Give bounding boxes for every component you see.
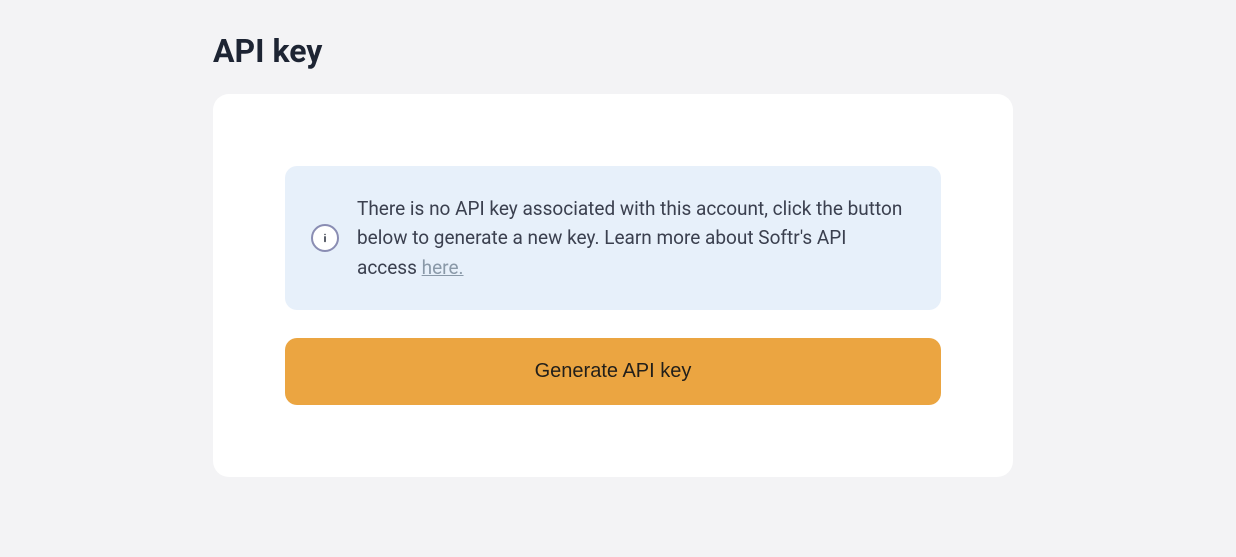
info-banner: There is no API key associated with this…	[285, 166, 941, 310]
api-key-card: There is no API key associated with this…	[213, 94, 1013, 477]
learn-more-link[interactable]: here.	[422, 256, 464, 279]
page-title: API key	[213, 32, 1236, 70]
info-banner-text: There is no API key associated with this…	[357, 194, 909, 282]
info-icon	[311, 224, 339, 252]
generate-api-key-button[interactable]: Generate API key	[285, 338, 941, 405]
